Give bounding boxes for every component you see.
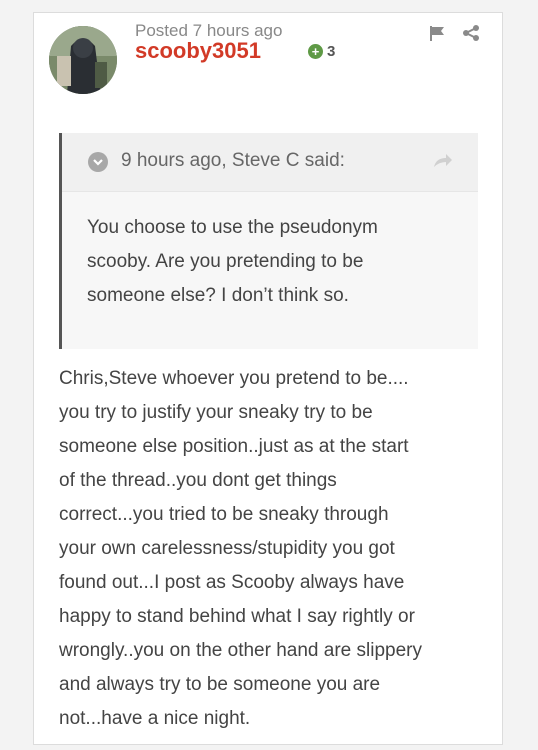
plus-icon: + bbox=[308, 44, 323, 59]
post-line: of the thread..you dont get things bbox=[59, 470, 337, 491]
post-line: and always try to be someone you are bbox=[59, 674, 381, 695]
post-line: correct...you tried to be sneaky through bbox=[59, 504, 389, 525]
post-line: Chris,Steve whoever you pretend to be...… bbox=[59, 368, 409, 389]
post-line: you try to justify your sneaky try to be bbox=[59, 402, 373, 423]
post-line: found out...I post as Scooby always have bbox=[59, 572, 405, 593]
post-line: your own carelessness/stupidity you got bbox=[59, 538, 395, 559]
forum-post-card: Posted 7 hours ago scooby3051 + 3 9 hour… bbox=[33, 12, 503, 745]
post-line: happy to stand behind what I say rightly… bbox=[59, 606, 415, 627]
quote-header: 9 hours ago, Steve C said: bbox=[62, 133, 478, 191]
post-line: wrongly..you on the other hand are slipp… bbox=[59, 640, 422, 661]
avatar[interactable] bbox=[49, 26, 117, 94]
reputation-count: 3 bbox=[327, 43, 336, 60]
share-icon[interactable] bbox=[462, 24, 480, 42]
post-actions bbox=[428, 24, 480, 42]
author-username[interactable]: scooby3051 bbox=[135, 38, 261, 64]
post-line: someone else position..just as at the st… bbox=[59, 436, 409, 457]
reputation-badge: + 3 bbox=[308, 43, 335, 60]
chevron-down-icon[interactable] bbox=[88, 152, 108, 172]
go-to-quote-icon[interactable] bbox=[432, 152, 454, 170]
quote-block: 9 hours ago, Steve C said: You choose to… bbox=[59, 133, 478, 349]
post-body: Chris,Steve whoever you pretend to be...… bbox=[59, 362, 499, 736]
avatar-image bbox=[49, 26, 117, 94]
quote-line: someone else? I don’t think so. bbox=[87, 285, 349, 306]
quote-line: You choose to use the pseudonym bbox=[87, 217, 378, 238]
post-line: not...have a nice night. bbox=[59, 708, 251, 729]
quote-line: scooby. Are you pretending to be bbox=[87, 251, 364, 272]
quote-citation: 9 hours ago, Steve C said: bbox=[121, 150, 345, 171]
flag-icon[interactable] bbox=[428, 24, 446, 42]
quote-body: You choose to use the pseudonym scooby. … bbox=[62, 191, 478, 349]
